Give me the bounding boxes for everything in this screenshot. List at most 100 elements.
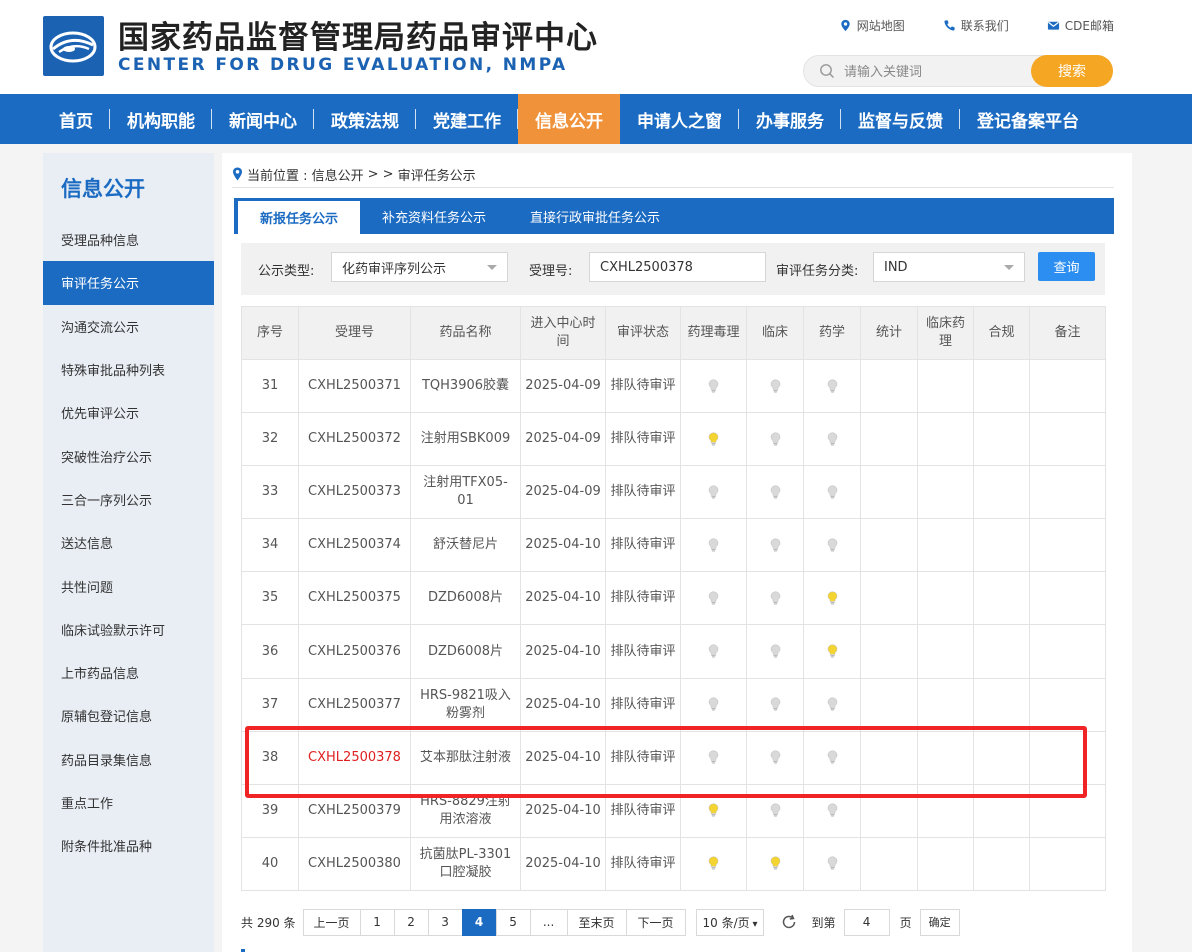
row-no: 35 xyxy=(241,571,299,626)
goto-confirm-button[interactable]: 确定 xyxy=(919,908,960,936)
sidebar-item-key-work[interactable]: 重点工作 xyxy=(43,781,214,824)
table-row[interactable]: 36 CXHL2500376 DZD6008片 2025-04-10 排队待审评 xyxy=(241,624,1106,679)
query-button[interactable]: 查询 xyxy=(1038,252,1095,281)
table-row[interactable]: 37 CXHL2500377 HRS-9821吸入粉雾剂 2025-04-10 排队待审… xyxy=(241,677,1106,732)
page-size-select[interactable]: 10 条/页 ▾ xyxy=(695,908,764,936)
bulb-icon xyxy=(770,378,781,393)
page-button-4[interactable]: 4 xyxy=(461,908,497,936)
bulb-icon xyxy=(770,856,781,871)
nav-item-policy[interactable]: 政策法规 xyxy=(314,94,416,144)
sidebar-item-three-in-one[interactable]: 三合一序列公示 xyxy=(43,478,214,521)
row-pharm-bulb xyxy=(680,571,747,626)
col-header-clinical: 临床 xyxy=(746,306,804,360)
sidebar-item-breakthrough[interactable]: 突破性治疗公示 xyxy=(43,434,214,477)
bulb-icon xyxy=(770,697,781,712)
sidebar-item-priority[interactable]: 优先审评公示 xyxy=(43,391,214,434)
nav-item-party[interactable]: 党建工作 xyxy=(416,94,518,144)
tab-new-tasks[interactable]: 新报任务公示 xyxy=(238,201,361,234)
table-row[interactable]: 33 CXHL2500373 注射用TFX05-01 2025-04-09 排队待审评 xyxy=(241,465,1106,520)
row-clinical-bulb xyxy=(746,624,804,679)
page-button-2[interactable]: 2 xyxy=(393,908,429,936)
nav-item-registration[interactable]: 登记备案平台 xyxy=(960,94,1096,144)
row-stats xyxy=(860,624,918,679)
row-clinpharm xyxy=(917,836,974,891)
row-drug-name: 舒沃替尼片 xyxy=(410,518,521,573)
row-accept-id[interactable]: CXHL2500380 xyxy=(298,836,411,891)
row-pharm-bulb xyxy=(680,730,747,785)
page-button-5[interactable]: 5 xyxy=(495,908,531,936)
nav-item-news[interactable]: 新闻中心 xyxy=(212,94,314,144)
next-page-button[interactable]: 下一页 xyxy=(625,908,686,936)
row-drug-name: 艾本那肽注射液 xyxy=(410,730,521,785)
refresh-icon[interactable] xyxy=(780,913,798,931)
row-compliance xyxy=(973,412,1030,467)
table-header-row: 序号 受理号 药品名称 进入中心时间 审评状态 药理毒理 临床 药学 统计 临床… xyxy=(241,306,1106,360)
table-row[interactable]: 40 CXHL2500380 抗菌肽PL-3301口腔凝胶 2025-04-10 排队待… xyxy=(241,836,1106,891)
row-date: 2025-04-10 xyxy=(520,624,606,679)
page-button-3[interactable]: 3 xyxy=(427,908,463,936)
sidebar-item-excipients[interactable]: 原辅包登记信息 xyxy=(43,694,214,737)
table-row[interactable]: 35 CXHL2500375 DZD6008片 2025-04-10 排队待审评 xyxy=(241,571,1106,626)
table-row[interactable]: 32 CXHL2500372 注射用SBK009 2025-04-09 排队待审评 xyxy=(241,412,1106,467)
page-button-1[interactable]: 1 xyxy=(359,908,395,936)
nav-item-disclosure[interactable]: 信息公开 xyxy=(518,94,620,144)
sidebar-item-review-tasks[interactable]: 审评任务公示 xyxy=(43,261,214,305)
tab-admin-approval[interactable]: 直接行政审批任务公示 xyxy=(508,198,682,234)
row-remark xyxy=(1029,624,1106,679)
type-select[interactable]: 化药审评序列公示 xyxy=(331,252,508,282)
page-unit-label: 页 xyxy=(899,915,912,930)
sidebar-item-delivery[interactable]: 送达信息 xyxy=(43,521,214,564)
sidebar-item-accepted[interactable]: 受理品种信息 xyxy=(43,218,214,261)
breadcrumb-prefix[interactable]: 当前位置 : 信息公开 xyxy=(247,165,364,184)
row-accept-id[interactable]: CXHL2500372 xyxy=(298,412,411,467)
sidebar-item-special-approval[interactable]: 特殊审批品种列表 xyxy=(43,348,214,391)
sitemap-link[interactable]: 网站地图 xyxy=(839,17,905,34)
goto-page-input[interactable]: 4 xyxy=(843,908,890,936)
row-accept-id[interactable]: CXHL2500375 xyxy=(298,571,411,626)
nav-item-home[interactable]: 首页 xyxy=(42,94,110,144)
row-accept-id[interactable]: CXHL2500379 xyxy=(298,783,411,838)
search-button[interactable]: 搜索 xyxy=(1031,55,1113,87)
nav-item-functions[interactable]: 机构职能 xyxy=(110,94,212,144)
row-no: 34 xyxy=(241,518,299,573)
site-logo[interactable] xyxy=(43,16,104,76)
contact-link[interactable]: 联系我们 xyxy=(943,17,1009,34)
row-accept-id[interactable]: CXHL2500377 xyxy=(298,677,411,732)
row-date: 2025-04-10 xyxy=(520,571,606,626)
location-icon xyxy=(841,19,850,32)
row-accept-id[interactable]: CXHL2500378 xyxy=(298,730,411,785)
nav-item-feedback[interactable]: 监督与反馈 xyxy=(841,94,960,144)
sidebar-item-clinical-trial[interactable]: 临床试验默示许可 xyxy=(43,608,214,651)
tab-supplement-tasks[interactable]: 补充资料任务公示 xyxy=(360,198,508,234)
category-select[interactable]: IND xyxy=(873,252,1025,282)
row-chem-bulb xyxy=(803,465,861,520)
page-ellipsis[interactable]: ... xyxy=(529,908,568,936)
row-accept-id[interactable]: CXHL2500374 xyxy=(298,518,411,573)
prev-page-button[interactable]: 上一页 xyxy=(302,908,361,936)
sidebar-item-communication[interactable]: 沟通交流公示 xyxy=(43,305,214,348)
sidebar-item-common-issues[interactable]: 共性问题 xyxy=(43,564,214,607)
sidebar-item-catalogue[interactable]: 药品目录集信息 xyxy=(43,738,214,781)
task-table: 序号 受理号 药品名称 进入中心时间 审评状态 药理毒理 临床 药学 统计 临床… xyxy=(241,306,1106,891)
table-row[interactable]: 31 CXHL2500371 TQH3906胶囊 2025-04-09 排队待审评 xyxy=(241,358,1106,414)
sidebar-item-marketed-drugs[interactable]: 上市药品信息 xyxy=(43,651,214,694)
table-body: 31 CXHL2500371 TQH3906胶囊 2025-04-09 排队待审评 32 C… xyxy=(241,358,1106,891)
accept-input[interactable]: CXHL2500378 xyxy=(589,252,766,282)
sidebar-item-conditional[interactable]: 附条件批准品种 xyxy=(43,824,214,867)
nav-item-applicant[interactable]: 申请人之窗 xyxy=(620,94,739,144)
row-remark xyxy=(1029,518,1106,573)
row-accept-id[interactable]: CXHL2500371 xyxy=(298,358,411,414)
bulb-icon xyxy=(827,803,838,818)
last-page-button[interactable]: 至末页 xyxy=(566,908,627,936)
row-date: 2025-04-10 xyxy=(520,783,606,838)
site-subtitle: CENTER FOR DRUG EVALUATION, NMPA xyxy=(118,55,568,75)
bulb-icon xyxy=(708,590,719,605)
search-input[interactable] xyxy=(844,62,1029,82)
row-accept-id[interactable]: CXHL2500376 xyxy=(298,624,411,679)
table-row[interactable]: 39 CXHL2500379 HRS-8829注射用浓溶液 2025-04-10 排队待… xyxy=(241,783,1106,838)
mail-link[interactable]: CDE邮箱 xyxy=(1047,17,1114,34)
table-row[interactable]: 34 CXHL2500374 舒沃替尼片 2025-04-10 排队待审评 xyxy=(241,518,1106,573)
nav-item-services[interactable]: 办事服务 xyxy=(739,94,841,144)
table-row[interactable]: 38 CXHL2500378 艾本那肽注射液 2025-04-10 排队待审评 xyxy=(241,730,1106,785)
row-accept-id[interactable]: CXHL2500373 xyxy=(298,465,411,520)
